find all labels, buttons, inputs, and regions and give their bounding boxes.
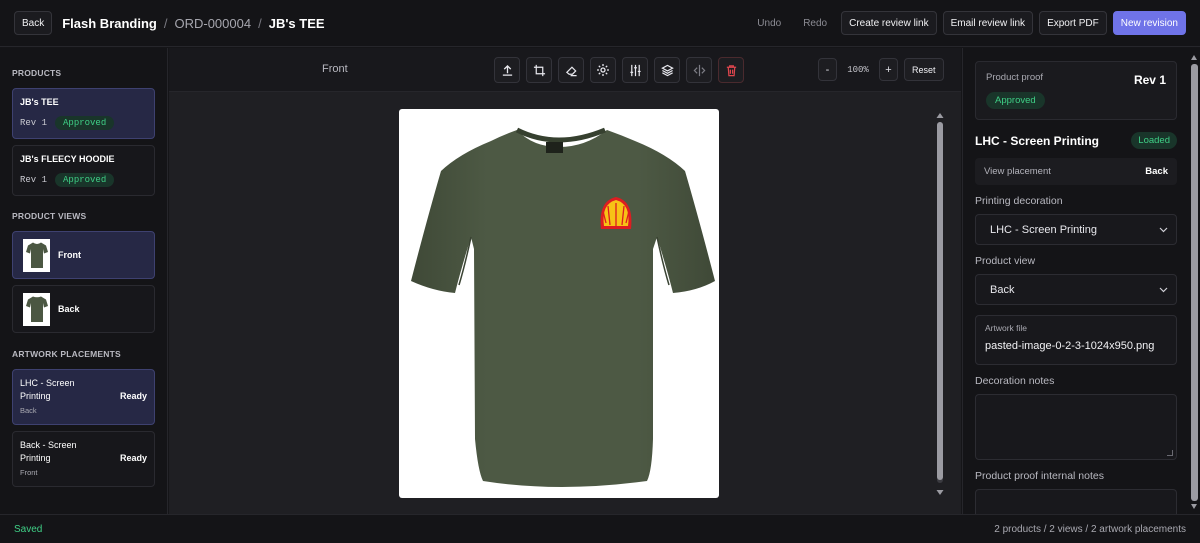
product-proof-card: Product proof Rev 1 Approved: [975, 61, 1177, 120]
tshirt-image: [411, 127, 715, 487]
product-views-heading: PRODUCT VIEWS: [12, 211, 87, 221]
status-bar: Saved 2 products / 2 views / 2 artwork p…: [0, 514, 1200, 543]
tool-group: [494, 57, 744, 83]
breadcrumb-separator: /: [163, 15, 168, 31]
redo-button[interactable]: Redo: [795, 11, 835, 35]
editor-toolbar: Front - 100% + Reset: [169, 48, 961, 92]
breadcrumb: Flash Branding / ORD-000004 / JB's TEE: [62, 16, 324, 31]
placement-card-lhc[interactable]: LHC - Screen Printing Back Ready: [12, 369, 155, 425]
placement-status: Ready: [119, 391, 147, 401]
gear-icon[interactable]: [590, 57, 616, 83]
printing-decoration-value: LHC - Screen Printing: [990, 223, 1097, 236]
internal-notes-label: Product proof internal notes: [975, 470, 1104, 482]
zoom-out-button[interactable]: -: [818, 58, 837, 81]
breadcrumb-separator: /: [258, 15, 262, 31]
layers-icon[interactable]: [654, 57, 680, 83]
status-badge: Approved: [55, 173, 115, 187]
export-pdf-button[interactable]: Export PDF: [1039, 11, 1107, 35]
placement-title: Back - Screen Printing: [20, 440, 77, 463]
summary-text: 2 products / 2 views / 2 artwork placeme…: [994, 523, 1186, 535]
email-review-link-button[interactable]: Email review link: [942, 11, 1034, 35]
zoom-level: 100%: [847, 64, 869, 75]
product-view-value: Back: [990, 283, 1015, 296]
zoom-in-button[interactable]: +: [879, 58, 898, 81]
placement-view: Front: [20, 468, 38, 477]
view-label: Front: [58, 250, 81, 260]
products-heading: PRODUCTS: [12, 68, 62, 78]
save-status: Saved: [14, 523, 43, 535]
placement-header: LHC - Screen Printing Loaded: [975, 132, 1177, 149]
view-label: Back: [58, 304, 80, 314]
breadcrumb-client[interactable]: Flash Branding: [62, 16, 157, 31]
decoration-notes-label: Decoration notes: [975, 375, 1055, 387]
placement-view: Back: [20, 406, 37, 415]
breadcrumb-order[interactable]: ORD-000004: [174, 16, 251, 31]
undo-button[interactable]: Undo: [749, 11, 789, 35]
proof-status-badge: Approved: [986, 92, 1045, 109]
left-sidebar: PRODUCTS JB's TEE Rev 1 Approved JB's FL…: [0, 48, 168, 514]
product-view-select[interactable]: Back: [975, 274, 1177, 305]
decoration-notes-textarea[interactable]: [975, 394, 1177, 460]
placement-card-back[interactable]: Back - Screen Printing Front Ready: [12, 431, 155, 487]
printing-decoration-select[interactable]: LHC - Screen Printing: [975, 214, 1177, 245]
properties-panel: Product proof Rev 1 Approved LHC - Scree…: [962, 48, 1189, 529]
artwork-file-value: pasted-image-0-2-3-1024x950.png: [985, 340, 1155, 352]
view-placement-label: View placement: [984, 166, 1051, 177]
reset-zoom-button[interactable]: Reset: [904, 58, 944, 81]
artwork-file-field[interactable]: Artwork file pasted-image-0-2-3-1024x950…: [975, 315, 1177, 365]
new-revision-button[interactable]: New revision: [1112, 11, 1186, 35]
view-placement-value: Back: [1145, 166, 1168, 177]
product-canvas[interactable]: [399, 109, 719, 498]
front-thumbnail: [23, 238, 50, 272]
view-card-back[interactable]: Back: [12, 285, 155, 333]
product-rev: Rev 1: [20, 175, 48, 185]
canvas-scrollbar[interactable]: [934, 110, 946, 498]
create-review-link-button[interactable]: Create review link: [841, 11, 937, 35]
proof-revision: Rev 1: [1133, 73, 1166, 87]
product-card-jbs-fleecy-hoodie[interactable]: JB's FLEECY HOODIE Rev 1 Approved: [12, 145, 155, 196]
top-bar: Back Flash Branding / ORD-000004 / JB's …: [0, 0, 1200, 47]
artwork-placements-heading: ARTWORK PLACEMENTS: [12, 349, 121, 359]
view-card-front[interactable]: Front: [12, 231, 155, 279]
artwork-file-label: Artwork file: [985, 323, 1028, 333]
trash-icon[interactable]: [718, 57, 744, 83]
product-name: JB's FLEECY HOODIE: [20, 154, 115, 164]
current-view-name: Front: [322, 63, 348, 75]
back-button[interactable]: Back: [14, 11, 53, 35]
eraser-icon[interactable]: [558, 57, 584, 83]
zoom-controls: - 100% + Reset: [818, 58, 944, 81]
upload-icon[interactable]: [494, 57, 520, 83]
product-view-label: Product view: [975, 255, 1036, 267]
status-badge: Approved: [55, 116, 115, 130]
editor-area: Front - 100% + Reset: [169, 48, 961, 514]
header-actions: Undo Redo Create review link Email revie…: [749, 11, 1186, 35]
product-rev: Rev 1: [20, 118, 48, 128]
placement-status: Ready: [119, 453, 147, 463]
crop-icon[interactable]: [526, 57, 552, 83]
product-name: JB's TEE: [20, 97, 59, 107]
sliders-icon[interactable]: [622, 57, 648, 83]
chevron-down-icon: [1159, 227, 1168, 232]
view-placement-row[interactable]: View placement Back: [975, 158, 1177, 185]
flip-icon[interactable]: [686, 57, 712, 83]
printing-decoration-label: Printing decoration: [975, 195, 1063, 207]
placement-name: LHC - Screen Printing: [975, 133, 1100, 148]
back-thumbnail: [23, 292, 50, 326]
product-card-jbs-tee[interactable]: JB's TEE Rev 1 Approved: [12, 88, 155, 139]
loaded-badge: Loaded: [1131, 132, 1177, 149]
panel-scrollbar[interactable]: [1189, 48, 1200, 514]
breadcrumb-product: JB's TEE: [268, 15, 325, 31]
chevron-down-icon: [1159, 287, 1168, 292]
placement-title: LHC - Screen Printing: [20, 378, 75, 401]
